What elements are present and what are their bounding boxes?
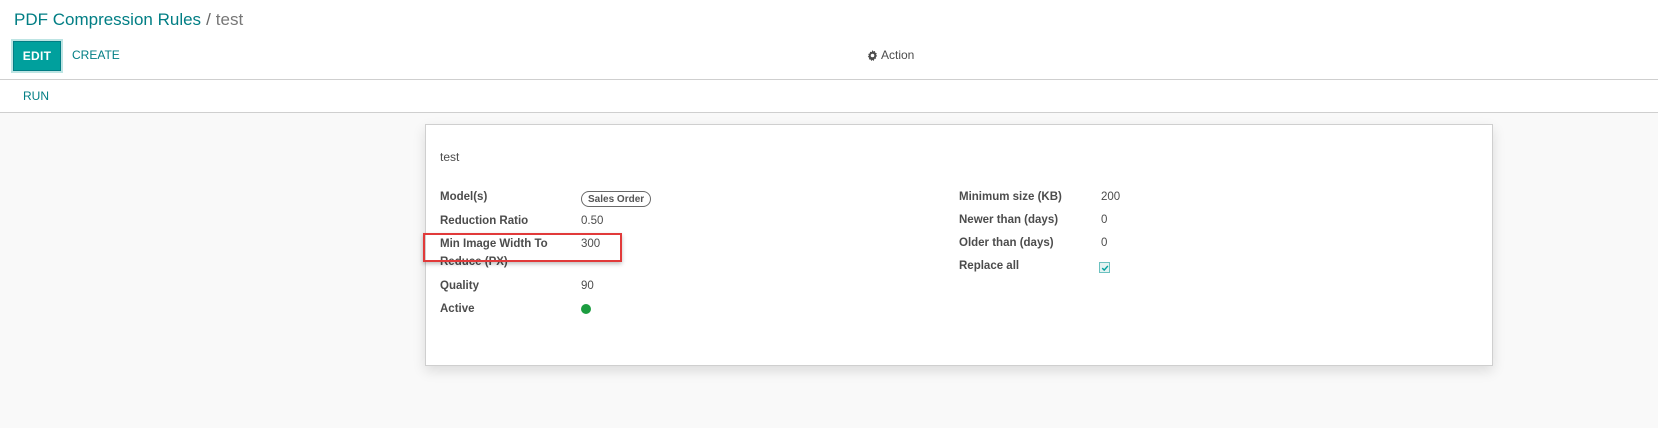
newer-than-value: 0 bbox=[1101, 214, 1108, 226]
breadcrumb-parent-link[interactable]: PDF Compression Rules bbox=[14, 10, 201, 29]
active-status-dot bbox=[581, 304, 591, 314]
quality-label: Quality bbox=[440, 280, 479, 292]
run-button[interactable]: RUN bbox=[23, 89, 49, 103]
replace-all-label: Replace all bbox=[959, 260, 1020, 272]
reduction-ratio-value: 0.50 bbox=[581, 215, 604, 227]
quality-value: 90 bbox=[581, 280, 594, 292]
toolbar-divider bbox=[0, 79, 1658, 80]
create-button[interactable]: CREATE bbox=[72, 48, 120, 62]
gear-icon bbox=[867, 49, 878, 61]
breadcrumb: PDF Compression Rules / test bbox=[14, 10, 243, 30]
active-label: Active bbox=[440, 303, 475, 315]
breadcrumb-current: test bbox=[215, 10, 244, 29]
min-image-width-label: Min Image Width To Reduce (PX) bbox=[440, 238, 548, 268]
newer-than-label: Newer than (days) bbox=[959, 214, 1059, 226]
models-label: Model(s) bbox=[440, 191, 488, 203]
replace-all-checkbox[interactable] bbox=[1099, 262, 1110, 273]
breadcrumb-separator: / bbox=[206, 10, 211, 29]
record-name: test bbox=[440, 150, 460, 164]
older-than-value: 0 bbox=[1101, 237, 1108, 249]
model-tag[interactable]: Sales Order bbox=[581, 191, 652, 207]
checkmark-icon bbox=[1101, 264, 1108, 271]
minimum-size-label: Minimum size (KB) bbox=[959, 191, 1062, 203]
action-label: Action bbox=[881, 48, 915, 62]
older-than-label: Older than (days) bbox=[959, 237, 1054, 249]
minimum-size-value: 200 bbox=[1101, 191, 1121, 203]
reduction-ratio-label: Reduction Ratio bbox=[440, 215, 529, 227]
action-menu[interactable]: Action bbox=[867, 48, 914, 62]
min-image-width-value: 300 bbox=[581, 238, 601, 250]
edit-button[interactable]: EDIT bbox=[13, 41, 61, 71]
